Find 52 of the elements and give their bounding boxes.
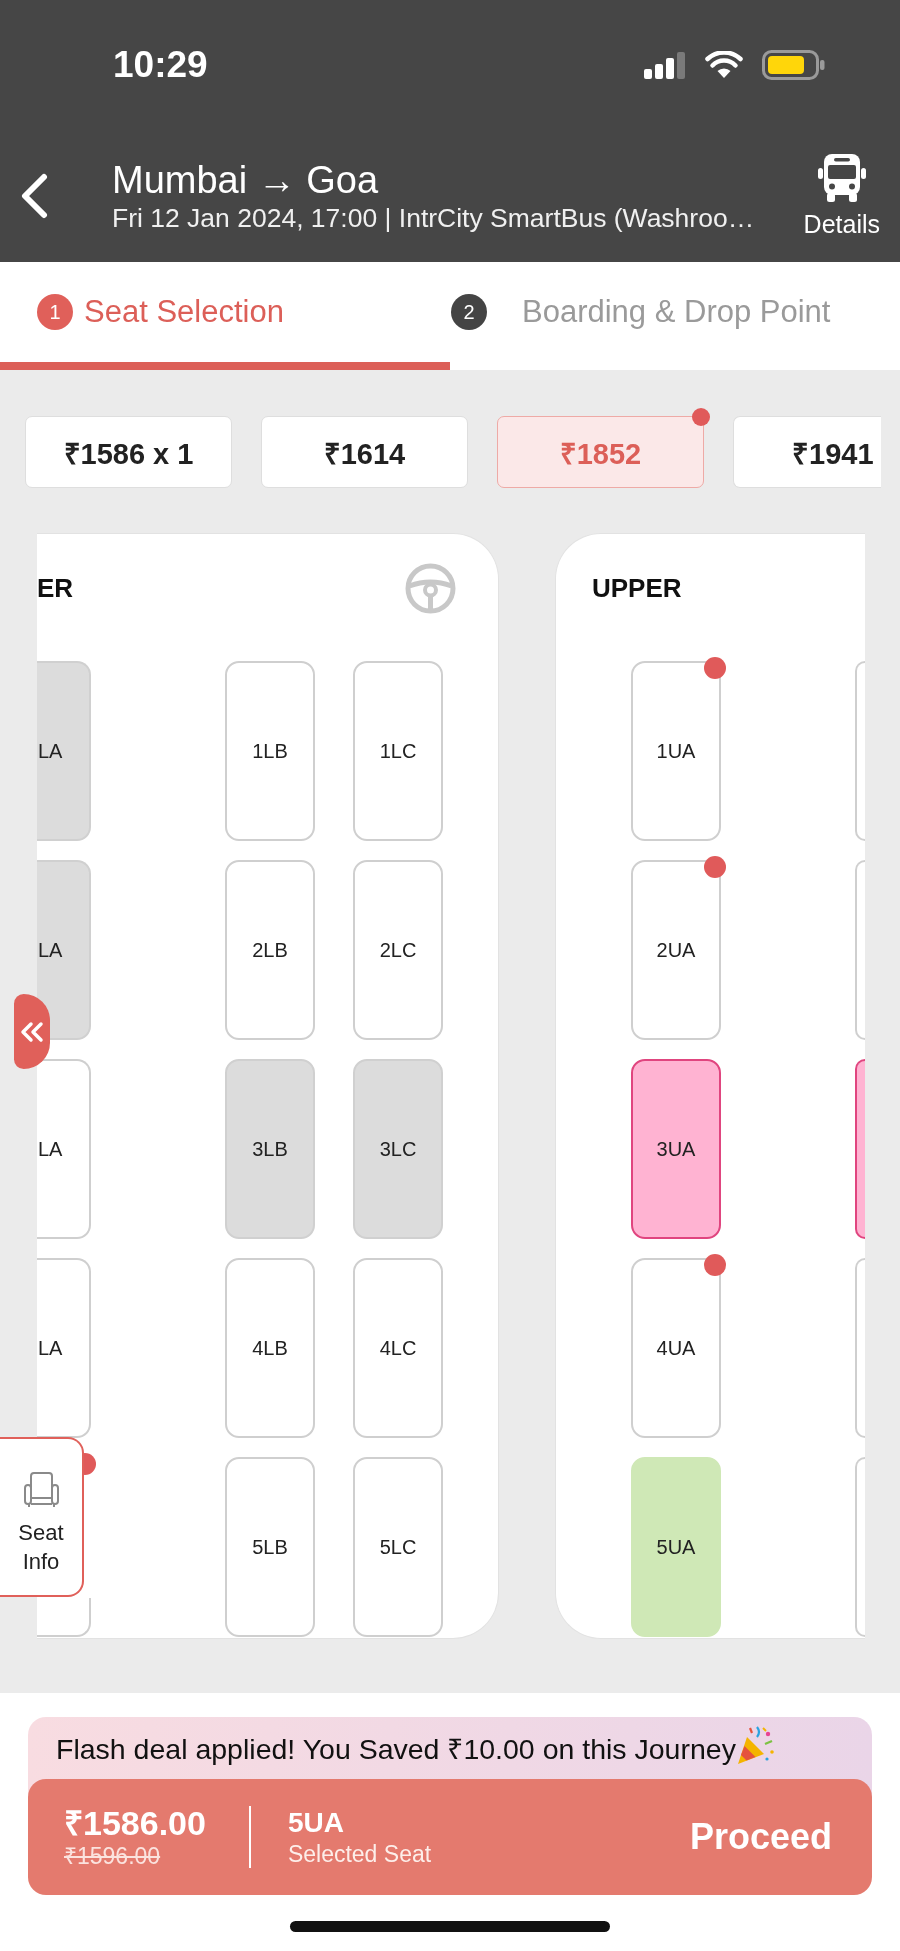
seat[interactable] xyxy=(855,1457,865,1637)
seat[interactable]: 3LB xyxy=(225,1059,315,1239)
collapse-button[interactable] xyxy=(14,994,50,1069)
seat[interactable]: 2LC xyxy=(353,860,443,1040)
party-popper-icon xyxy=(735,1725,776,1765)
seat[interactable]: 5LC xyxy=(353,1457,443,1637)
seat[interactable]: 5UA xyxy=(631,1457,721,1637)
selected-seat-number: 5UA xyxy=(287,1806,344,1840)
seat[interactable]: 2UA xyxy=(631,860,721,1040)
seat-info-button[interactable]: Seat Info xyxy=(0,1437,84,1597)
seat[interactable]: 2LB xyxy=(225,860,315,1040)
deck-title: UPPER xyxy=(592,573,682,604)
selected-seat-caption: Selected Seat xyxy=(287,1840,432,1868)
seat[interactable]: LA xyxy=(37,860,91,1040)
price-filter-chip[interactable]: ₹1614 xyxy=(261,416,468,488)
details-button[interactable]: Details xyxy=(803,153,880,239)
seat[interactable]: LA xyxy=(37,661,91,841)
seat[interactable] xyxy=(855,1258,865,1438)
seat[interactable]: 4LB xyxy=(225,1258,315,1438)
back-icon xyxy=(19,173,49,219)
status-time: 10:29 xyxy=(113,44,208,86)
step-number: 1 xyxy=(37,294,73,330)
seat[interactable]: 4UA xyxy=(631,1258,721,1438)
seat[interactable] xyxy=(855,860,865,1040)
step-tab[interactable]: 2 Boarding & Drop Point xyxy=(450,262,900,370)
fare-price: ₹1586.00 xyxy=(64,1804,206,1842)
seat[interactable]: 4LC xyxy=(353,1258,443,1438)
trip-subtitle: Fri 12 Jan 2024, 17:00 | IntrCity SmartBus (Washroo… xyxy=(112,202,755,234)
seat[interactable] xyxy=(37,1598,91,1637)
seat[interactable]: 3UA xyxy=(631,1059,721,1239)
price-filter-chip[interactable]: ₹1941 xyxy=(733,416,881,488)
double-chevron-left-icon xyxy=(20,1019,44,1044)
original-fare: ₹1596.00 xyxy=(64,1842,161,1870)
trip-title: Mumbai → Goa xyxy=(112,158,379,202)
deck-title: ER xyxy=(37,573,74,604)
battery-icon xyxy=(762,50,825,80)
seat[interactable]: 1UA xyxy=(631,661,721,841)
seat[interactable]: 5LB xyxy=(225,1457,315,1637)
deal-message: Flash deal applied! You Saved ₹10.00 on this Journey xyxy=(56,1733,736,1765)
seat[interactable]: 3LC xyxy=(353,1059,443,1239)
seat[interactable] xyxy=(855,661,865,841)
signal-icon xyxy=(644,51,686,79)
price-filter-chip[interactable]: ₹1586 x 1 xyxy=(25,416,232,488)
step-number: 2 xyxy=(451,294,487,330)
armchair-icon xyxy=(22,1471,60,1508)
seat[interactable] xyxy=(855,1059,865,1239)
seat[interactable]: 1LC xyxy=(353,661,443,841)
bus-icon xyxy=(816,153,867,203)
seat[interactable]: LA xyxy=(37,1258,91,1438)
wifi-icon xyxy=(705,51,743,79)
seat[interactable]: 1LB xyxy=(225,661,315,841)
seat[interactable]: LA xyxy=(37,1059,91,1239)
